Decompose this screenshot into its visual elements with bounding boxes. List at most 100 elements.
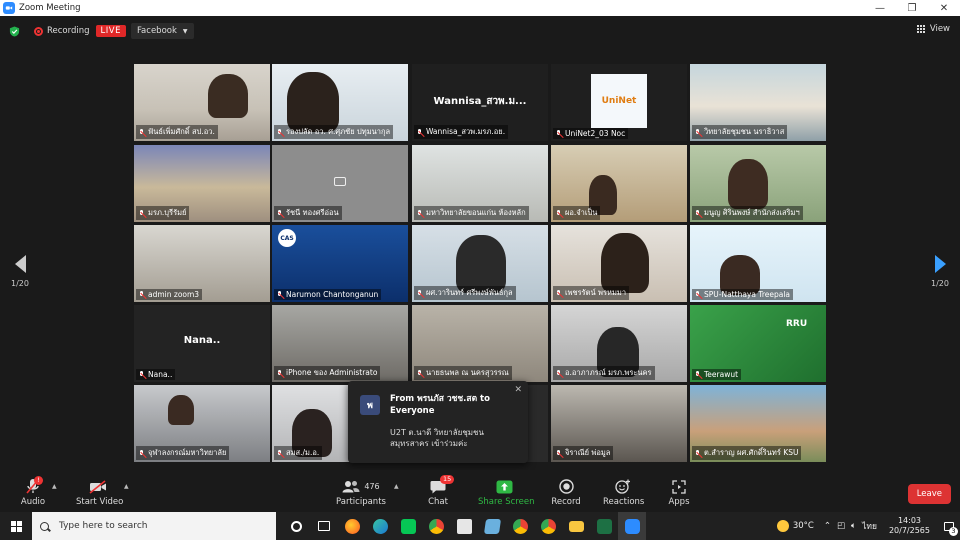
tray-chevron-up-icon[interactable]: ⌃ [824,521,831,531]
participants-button[interactable]: 476 Participants [336,478,386,507]
video-tile[interactable]: เพชรรัตน์ พรหมมา [551,225,687,302]
participant-name-label: Narumon Chantonganun [274,289,382,300]
participant-name-label: admin zoom3 [136,289,203,300]
chat-message-text: U2T ต.นาดี วิทยาลัยชุมชนสมุทรสาคร เข้าร่… [390,428,484,448]
video-tile[interactable]: วิทยาลัยชุมชน นราธิวาส [690,64,826,141]
video-tile[interactable]: UniNet UniNet2_03 Noc [551,64,687,141]
input-language[interactable]: ไทย [862,519,877,533]
security-shield-icon[interactable] [9,25,20,37]
task-view-button[interactable] [310,512,338,540]
live-badge[interactable]: LIVE [95,25,126,37]
video-tile[interactable]: ฟันธ์เพิ่มศักดิ์ สป.อว. [134,64,270,141]
participant-name: อ.อาภาภรณ์ มรภ.พระนคร [565,368,652,377]
record-button[interactable]: Record [551,478,581,507]
video-tile[interactable]: SPU-Natthaya Treepala [690,225,826,302]
video-tile[interactable]: มรภ.บุรีรัมย์ [134,145,270,222]
video-tile[interactable]: admin zoom3 [134,225,270,302]
share-screen-button[interactable]: Share Screen [478,478,534,507]
network-icon[interactable]: ◰ [837,521,845,531]
chat-button[interactable]: 15 Chat [424,475,455,507]
meeting-toolbar: ! Audio ▲ Start Video ▲ 476 Participants… [0,470,960,512]
taskbar-line[interactable] [394,512,422,540]
audio-button[interactable]: ! Audio [18,476,48,507]
minimize-button[interactable]: — [864,0,896,16]
muted-microphone-icon [556,449,562,457]
close-window-button[interactable]: ✕ [928,0,960,16]
video-tile[interactable]: มหาวิทยาลัยขอนแก่น ห้องหลัก [412,145,548,222]
view-button[interactable]: View [916,24,950,34]
tray-clock[interactable]: 14:03 20/7/2565 [889,516,930,536]
video-tile[interactable]: CAS Narumon Chantonganun [272,225,408,302]
taskbar-zoom[interactable] [618,512,646,540]
video-tile[interactable]: จิราณีย์ พ่อมูล [551,385,687,462]
zoom-app-icon [624,518,640,534]
video-tile[interactable]: นายธนพล ณ นครสุวรรณ [412,305,548,382]
taskbar-excel[interactable] [590,512,618,540]
participant-silhouette [287,72,339,132]
video-tile[interactable]: รองปลัด อว. ศ.ศุภชัย ปทุมนากุล [272,64,408,141]
video-options-caret-icon[interactable]: ▲ [124,483,129,490]
previous-page-button[interactable]: 1/20 [10,255,30,288]
video-tile[interactable]: Wannisa_สวพ.ม... Wannisa_สวพ.มรภ.อย. [412,64,548,141]
reactions-button[interactable]: Reactions [603,478,644,507]
video-tile[interactable]: ต.สำราญ ผศ.ศักดิ์รินทร์ KSU [690,385,826,462]
video-tile[interactable]: อ.อาภาภรณ์ มรภ.พระนคร [551,305,687,382]
video-tile[interactable]: RRU Teerawut [690,305,826,382]
start-video-button[interactable]: Start Video [76,478,123,507]
participant-name-label: SPU-Natthaya Treepala [692,289,793,300]
chat-notification-popup[interactable]: พ From พรนภัส วชช.สต to Everyone U2T ต.น… [348,381,528,463]
muted-microphone-icon [139,371,145,378]
start-button[interactable] [0,512,32,540]
taskbar-chrome[interactable] [422,512,450,540]
chrome-icon [512,518,528,534]
os-taskbar: Type here to search 30°C ⌃ ◰ 🔈︎ ไทย 14:0… [0,512,960,540]
organization-logo: CAS [278,229,296,247]
muted-microphone-icon [417,289,423,297]
taskbar-chrome-2[interactable] [506,512,534,540]
weather-temperature[interactable]: 30°C [793,521,814,531]
taskbar-search-box[interactable]: Type here to search [32,512,276,540]
video-tile[interactable]: iPhone ของ Administrato [272,305,408,382]
maximize-button[interactable]: ❐ [896,0,928,16]
notification-count: 3 [949,527,958,536]
muted-microphone-icon [695,291,701,298]
weather-sun-icon [776,520,789,532]
taskbar-file-explorer[interactable] [562,512,590,540]
video-tile[interactable]: จุฬาลงกรณ์มหาวิทยาลัย [134,385,270,462]
participant-name: มนูญ ศิรินพงษ์ สำนักส่งเสริมฯ [704,208,800,217]
firefox-icon [344,518,360,534]
leave-button[interactable]: Leave [907,484,951,504]
video-tile[interactable]: ผศ.วารินทร์ ศรีพงษ์พันธ์กุล [412,225,548,302]
video-tile[interactable]: Nana.. Nana.. [134,305,270,382]
next-page-button[interactable]: 1/20 [930,255,950,288]
audio-options-caret-icon[interactable]: ▲ [52,483,57,490]
taskbar-edge[interactable] [366,512,394,540]
volume-icon[interactable]: 🔈︎ [851,521,856,531]
taskbar-store[interactable] [450,512,478,540]
stream-target-label: Facebook [136,26,177,36]
clock-time: 14:03 [897,516,922,525]
stream-target-dropdown[interactable]: Facebook ▼ [130,23,194,39]
participant-silhouette [208,74,248,118]
muted-microphone-icon [556,209,562,217]
meeting-info-bar: Recording LIVE Facebook ▼ View [0,16,960,46]
close-icon[interactable]: ✕ [514,385,522,395]
recording-label: Recording [47,26,90,36]
video-tile[interactable]: ผอ.จำเป็น [551,145,687,222]
cortana-button[interactable] [282,512,310,540]
video-tile[interactable]: รัชนี ทองศรีอ่อน [272,145,408,222]
participant-name: ผศ.วารินทร์ ศรีพงษ์พันธ์กุล [426,288,513,297]
participant-name-label: มนูญ ศิรินพงษ์ สำนักส่งเสริมฯ [692,206,803,220]
video-tile[interactable]: มนูญ ศิรินพงษ์ สำนักส่งเสริมฯ [690,145,826,222]
taskbar-notes[interactable] [478,512,506,540]
participants-caret-icon[interactable]: ▲ [394,483,399,490]
participant-name: Narumon Chantonganun [286,290,379,299]
notification-center-button[interactable]: 3 [938,512,960,540]
participants-label: Participants [336,497,386,507]
apps-button[interactable]: Apps [665,478,693,507]
chat-sender-avatar: พ [360,395,380,415]
taskbar-chrome-3[interactable] [534,512,562,540]
taskbar-firefox[interactable] [338,512,366,540]
participant-name-label: มรภ.บุรีรัมย์ [136,206,190,220]
system-tray: 30°C ⌃ ◰ 🔈︎ ไทย 14:03 20/7/2565 3 [776,512,960,540]
